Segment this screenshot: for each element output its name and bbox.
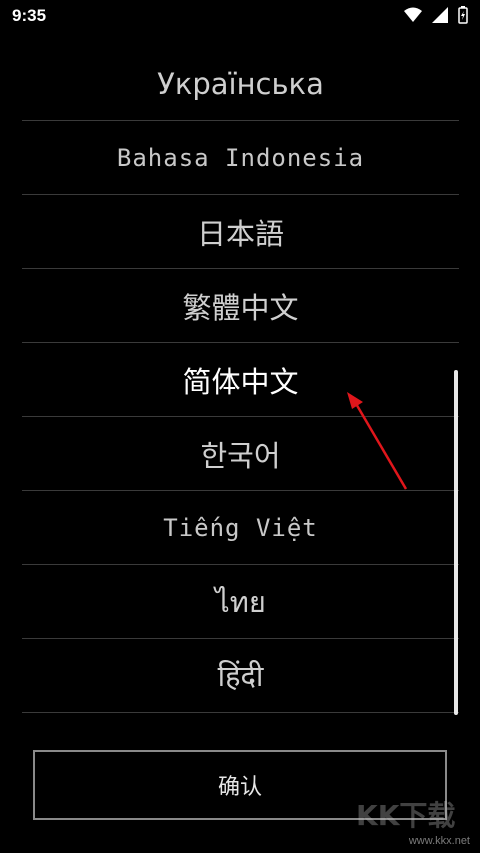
wifi-icon <box>404 7 422 23</box>
language-label: ไทย <box>215 584 266 619</box>
language-label: 日本語 <box>196 216 284 251</box>
language-item-hindi[interactable]: हिंदी <box>22 639 459 713</box>
svg-text:KK下载: KK下载 <box>356 799 455 832</box>
language-list[interactable]: Українська Bahasa Indonesia 日本語 繁體中文 简体中… <box>22 47 459 713</box>
language-item-simplified-chinese[interactable]: 简体中文 <box>22 343 459 417</box>
language-item-vietnamese[interactable]: Tiếng Việt <box>22 491 459 565</box>
language-label: Bahasa Indonesia <box>116 143 365 172</box>
language-item-indonesian[interactable]: Bahasa Indonesia <box>22 121 459 195</box>
language-label: 简体中文 <box>182 364 299 399</box>
scrollbar[interactable] <box>454 370 458 715</box>
watermark-logo: KK下载 <box>356 799 455 832</box>
watermark-text: www.kkx.net <box>408 835 470 847</box>
signal-icon <box>432 7 448 23</box>
language-label: हिंदी <box>217 659 264 693</box>
language-item-thai[interactable]: ไทย <box>22 565 459 639</box>
confirm-label: 确认 <box>217 775 262 800</box>
language-label: 繁體中文 <box>182 290 299 325</box>
language-item-ukrainian[interactable]: Українська <box>22 47 459 121</box>
language-label: 한국어 <box>200 438 281 473</box>
language-label: Українська <box>157 66 324 101</box>
status-bar: 9:35 <box>0 0 480 34</box>
language-item-japanese[interactable]: 日本語 <box>22 195 459 269</box>
status-time: 9:35 <box>12 6 47 25</box>
language-item-traditional-chinese[interactable]: 繁體中文 <box>22 269 459 343</box>
language-item-korean[interactable]: 한국어 <box>22 417 459 491</box>
language-label: Tiếng Việt <box>163 513 318 542</box>
battery-charging-icon <box>458 6 468 24</box>
